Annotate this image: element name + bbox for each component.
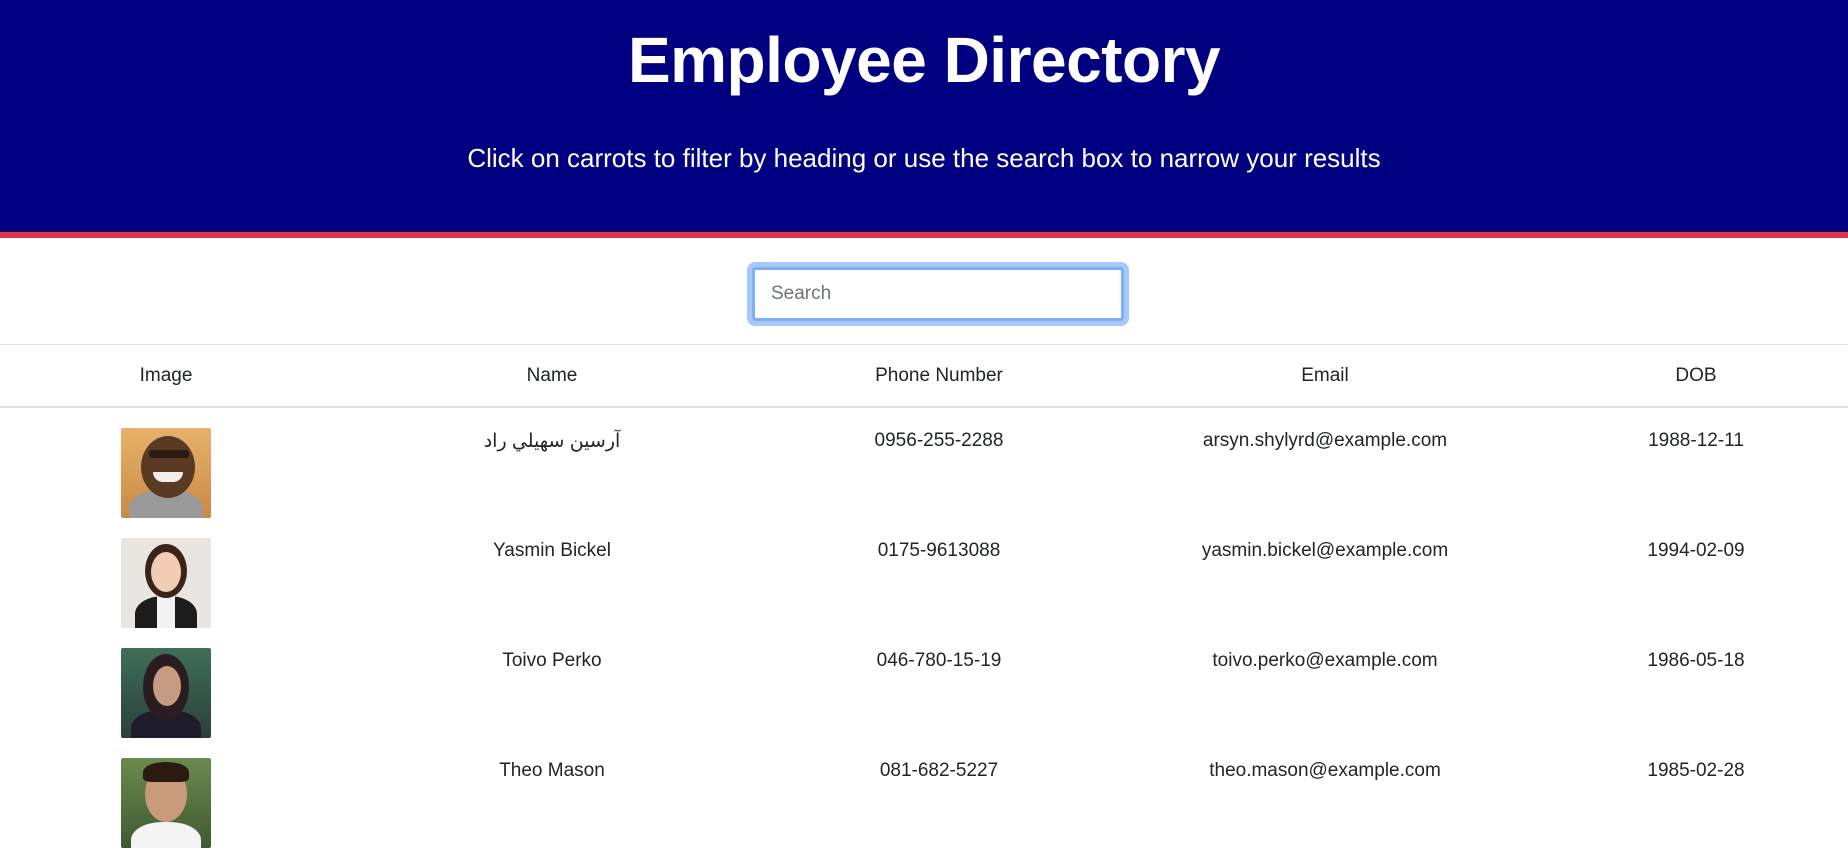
employee-photo bbox=[121, 538, 211, 628]
employee-dob: 1986-05-18 bbox=[1647, 650, 1745, 671]
search-input[interactable] bbox=[752, 267, 1124, 321]
table-row: Yasmin Bickel 0175-9613088 yasmin.bickel… bbox=[0, 518, 1848, 628]
table-row: آرسین سهیلي راد 0956-255-2288 arsyn.shyl… bbox=[0, 408, 1848, 518]
employee-phone: 0956-255-2288 bbox=[874, 430, 1004, 451]
column-header-phone[interactable]: Phone Number bbox=[772, 365, 1106, 387]
employee-email: arsyn.shylyrd@example.com bbox=[1202, 430, 1448, 451]
column-header-name[interactable]: Name bbox=[332, 365, 772, 387]
employee-name: آرسین سهیلي راد bbox=[483, 431, 621, 452]
employee-phone: 0175-9613088 bbox=[877, 540, 1001, 561]
search-focus-ring bbox=[747, 262, 1129, 326]
employee-dob: 1988-12-11 bbox=[1648, 430, 1744, 451]
employee-phone: 046-780-15-19 bbox=[876, 650, 1002, 671]
image-cell bbox=[0, 738, 332, 854]
table-row: Theo Mason 081-682-5227 theo.mason@examp… bbox=[0, 738, 1848, 848]
employee-photo bbox=[121, 758, 211, 848]
employee-name: Toivo Perko bbox=[502, 650, 602, 671]
employee-photo bbox=[121, 648, 211, 738]
employee-email: toivo.perko@example.com bbox=[1212, 650, 1438, 671]
page-header: Employee Directory Click on carrots to f… bbox=[0, 0, 1848, 238]
column-header-email[interactable]: Email bbox=[1106, 365, 1544, 387]
column-header-dob[interactable]: DOB bbox=[1544, 365, 1848, 387]
employee-email: yasmin.bickel@example.com bbox=[1201, 540, 1449, 561]
employee-name: Yasmin Bickel bbox=[493, 540, 611, 561]
image-cell bbox=[0, 628, 332, 744]
employee-email: theo.mason@example.com bbox=[1209, 760, 1441, 781]
image-cell bbox=[0, 518, 332, 634]
page-subtitle: Click on carrots to filter by heading or… bbox=[467, 143, 1381, 173]
table-row: Toivo Perko 046-780-15-19 toivo.perko@ex… bbox=[0, 628, 1848, 738]
employee-table: Image Name Phone Number Email DOB آرسین … bbox=[0, 344, 1848, 848]
image-cell bbox=[0, 408, 332, 524]
employee-phone: 081-682-5227 bbox=[879, 760, 999, 781]
employee-dob: 1985-02-28 bbox=[1647, 760, 1745, 781]
column-header-image[interactable]: Image bbox=[0, 365, 332, 387]
table-header-row: Image Name Phone Number Email DOB bbox=[0, 344, 1848, 408]
employee-dob: 1994-02-09 bbox=[1647, 540, 1745, 561]
page-title: Employee Directory bbox=[627, 24, 1221, 96]
employee-photo bbox=[121, 428, 211, 518]
employee-name: Theo Mason bbox=[499, 760, 605, 781]
